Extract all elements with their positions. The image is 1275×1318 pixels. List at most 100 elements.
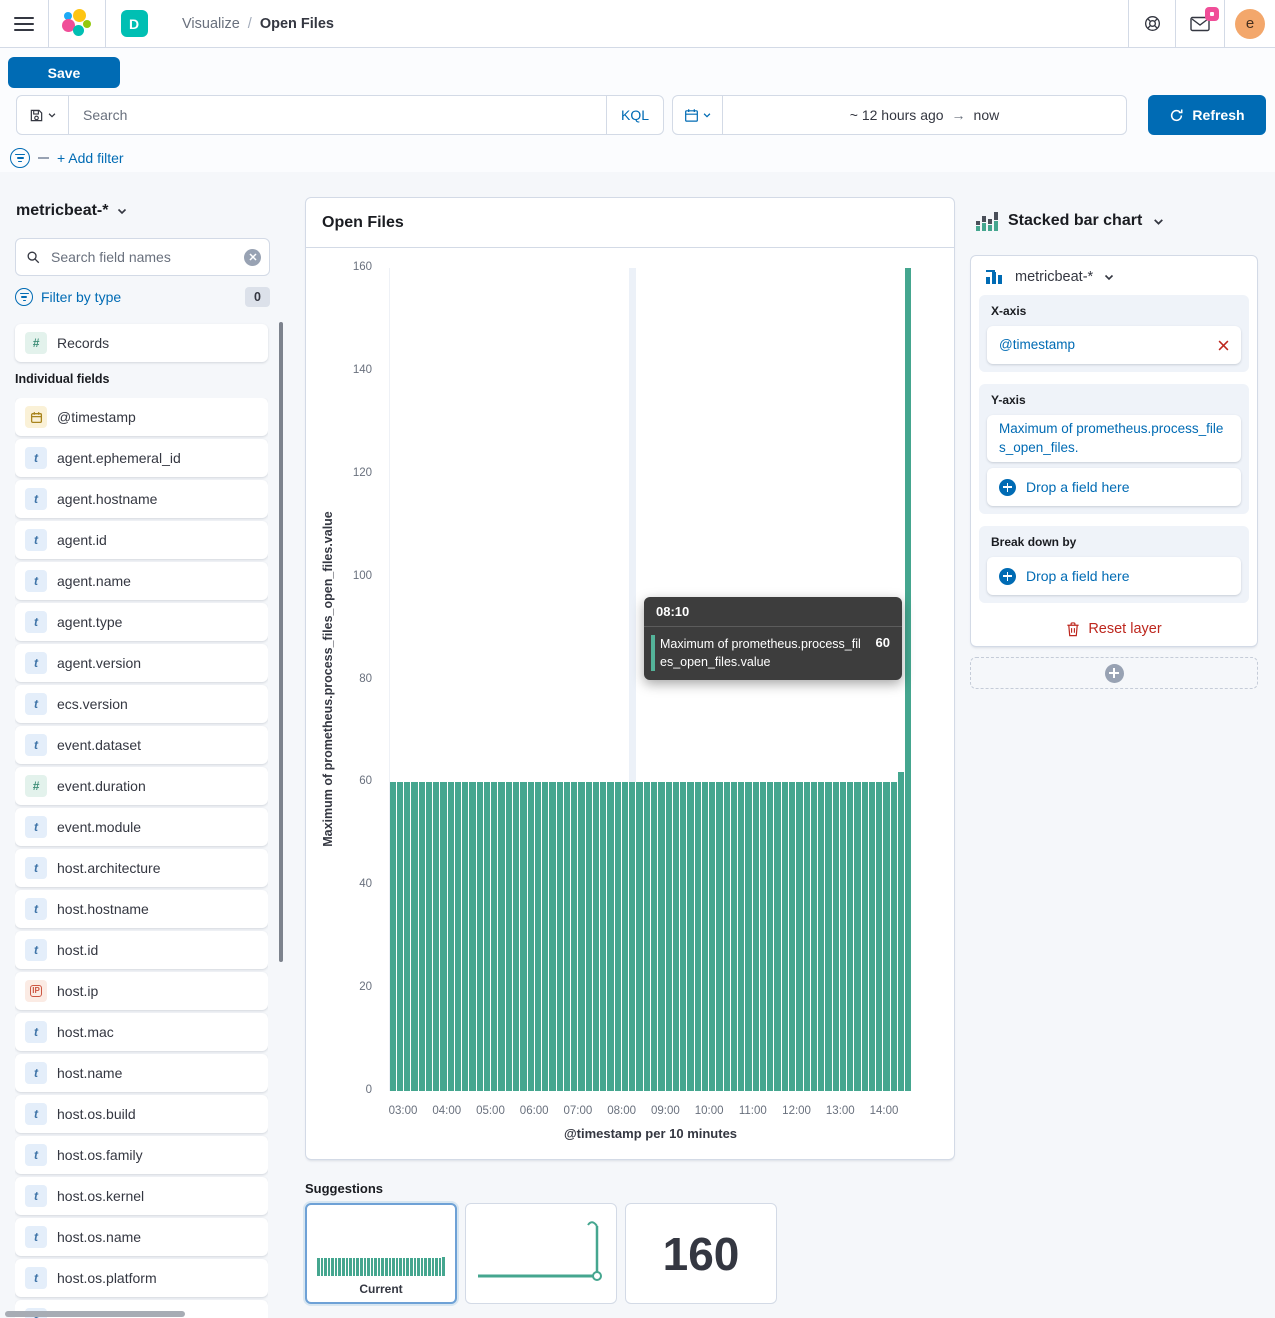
bar[interactable] — [549, 782, 555, 1091]
bar[interactable] — [513, 782, 519, 1091]
bar[interactable] — [818, 782, 824, 1091]
field-item[interactable]: thost.os.kernel — [15, 1177, 268, 1215]
bar[interactable] — [709, 782, 715, 1091]
bar[interactable] — [869, 782, 875, 1091]
bar[interactable] — [629, 782, 635, 1091]
field-item[interactable]: thost.os.build — [15, 1095, 268, 1133]
suggestion-current[interactable]: Current — [305, 1203, 457, 1304]
bar[interactable] — [571, 782, 577, 1091]
bar[interactable] — [753, 782, 759, 1091]
field-item[interactable]: thost.hostname — [15, 890, 268, 928]
bar[interactable] — [636, 782, 642, 1091]
field-item[interactable]: tagent.id — [15, 521, 268, 559]
bar[interactable] — [680, 782, 686, 1091]
bar[interactable] — [462, 782, 468, 1091]
bar[interactable] — [535, 782, 541, 1091]
bar[interactable] — [862, 782, 868, 1091]
x-axis-dimension[interactable]: @timestamp — [987, 326, 1241, 364]
save-button[interactable]: Save — [8, 57, 120, 88]
time-from[interactable]: ~ 12 hours ago — [850, 107, 944, 123]
bar[interactable] — [782, 782, 788, 1091]
time-range[interactable]: ~ 12 hours ago → now — [723, 96, 1126, 134]
bar[interactable] — [593, 782, 599, 1091]
bar[interactable] — [847, 782, 853, 1091]
drop-field-y-axis[interactable]: Drop a field here — [987, 468, 1241, 506]
bar[interactable] — [528, 782, 534, 1091]
bar[interactable] — [687, 782, 693, 1091]
index-pattern-switcher[interactable]: metricbeat-* — [16, 202, 128, 220]
bar[interactable] — [419, 782, 425, 1091]
bar[interactable] — [397, 782, 403, 1091]
add-filter-link[interactable]: + Add filter — [57, 150, 124, 166]
bar[interactable] — [745, 782, 751, 1091]
field-item[interactable]: thost.id — [15, 931, 268, 969]
bar[interactable] — [506, 782, 512, 1091]
bar[interactable] — [854, 782, 860, 1091]
reset-layer-button[interactable]: Reset layer — [971, 615, 1257, 643]
field-item[interactable]: thost.architecture — [15, 849, 268, 887]
bar[interactable] — [433, 782, 439, 1091]
user-menu-button[interactable]: e — [1225, 0, 1275, 47]
elastic-home-button[interactable] — [49, 0, 105, 47]
suggestion-metric[interactable]: 160 — [625, 1203, 777, 1304]
field-item[interactable]: tagent.type — [15, 603, 268, 641]
sidebar-scrollbar[interactable] — [279, 322, 283, 962]
bar[interactable] — [615, 782, 621, 1091]
bar[interactable] — [600, 782, 606, 1091]
bar[interactable] — [578, 782, 584, 1091]
drop-field-breakdown[interactable]: Drop a field here — [987, 557, 1241, 595]
field-item[interactable]: thost.mac — [15, 1013, 268, 1051]
bar[interactable] — [426, 782, 432, 1091]
bar[interactable] — [564, 782, 570, 1091]
bar[interactable] — [557, 782, 563, 1091]
bar[interactable] — [731, 782, 737, 1091]
field-item[interactable]: @timestamp — [15, 398, 268, 436]
bar[interactable] — [774, 782, 780, 1091]
bar[interactable] — [491, 782, 497, 1091]
bar[interactable] — [883, 782, 889, 1091]
bar[interactable] — [477, 782, 483, 1091]
field-item[interactable]: #event.duration — [15, 767, 268, 805]
bar[interactable] — [804, 782, 810, 1091]
bar[interactable] — [905, 268, 911, 1091]
field-item[interactable]: IPhost.ip — [15, 972, 268, 1010]
bar[interactable] — [796, 782, 802, 1091]
bar[interactable] — [484, 782, 490, 1091]
bar[interactable] — [673, 782, 679, 1091]
refresh-button[interactable]: Refresh — [1148, 95, 1266, 135]
field-item[interactable]: tevent.dataset — [15, 726, 268, 764]
field-item[interactable]: tagent.name — [15, 562, 268, 600]
bar[interactable] — [448, 782, 454, 1091]
space-switcher[interactable]: D — [106, 0, 162, 47]
bar[interactable] — [520, 782, 526, 1091]
help-button[interactable] — [1129, 0, 1175, 47]
filter-by-type-button[interactable]: Filter by type 0 — [15, 287, 270, 307]
bar[interactable] — [840, 782, 846, 1091]
field-item[interactable]: thost.os.platform — [15, 1259, 268, 1297]
bar[interactable] — [469, 782, 475, 1091]
bar[interactable] — [622, 782, 628, 1091]
clear-search-button[interactable] — [244, 249, 261, 266]
bar[interactable] — [716, 782, 722, 1091]
field-search-input[interactable] — [49, 248, 244, 266]
bar[interactable] — [695, 782, 701, 1091]
chart-type-switcher[interactable]: Stacked bar chart — [976, 211, 1165, 231]
bar[interactable] — [891, 782, 897, 1091]
breadcrumb-visualize[interactable]: Visualize — [182, 16, 240, 32]
bar[interactable] — [767, 782, 773, 1091]
field-item[interactable]: thost.name — [15, 1054, 268, 1092]
suggestion-line-chart[interactable] — [465, 1203, 617, 1304]
y-axis-dimension[interactable]: Maximum of prometheus.process_files_open… — [987, 415, 1241, 462]
bar[interactable] — [542, 782, 548, 1091]
field-item[interactable]: tagent.hostname — [15, 480, 268, 518]
bar[interactable] — [738, 782, 744, 1091]
field-item[interactable]: tevent.module — [15, 808, 268, 846]
records-field[interactable]: # Records — [15, 324, 268, 362]
field-item[interactable]: thost.os.name — [15, 1218, 268, 1256]
newsfeed-button[interactable] — [1176, 0, 1224, 47]
bar[interactable] — [833, 782, 839, 1091]
hamburger-menu-button[interactable] — [0, 0, 48, 47]
bar[interactable] — [876, 782, 882, 1091]
bar[interactable] — [760, 782, 766, 1091]
remove-dimension-icon[interactable] — [1218, 340, 1229, 351]
